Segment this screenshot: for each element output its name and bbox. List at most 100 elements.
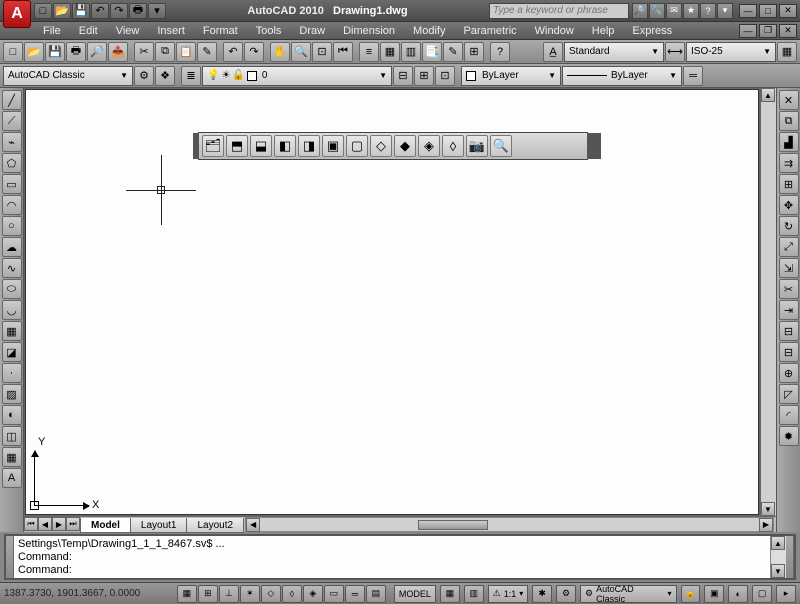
camera-icon[interactable]: 📷: [466, 135, 488, 157]
scrollbar-vertical[interactable]: ▲ ▼: [760, 88, 776, 516]
new-icon[interactable]: □: [3, 42, 23, 62]
menu-file[interactable]: File: [34, 25, 70, 37]
pline-icon[interactable]: ⌁: [2, 132, 22, 152]
layer-dropdown[interactable]: 💡 ☀ 🔓 0 ▼: [202, 66, 392, 86]
line-icon[interactable]: ╱: [2, 90, 22, 110]
cut-icon[interactable]: ✂: [134, 42, 154, 62]
layer-props-icon[interactable]: ≣: [181, 66, 201, 86]
layer-prev-icon[interactable]: ⊞: [414, 66, 434, 86]
se-iso-icon[interactable]: ◆: [394, 135, 416, 157]
color-dropdown[interactable]: ByLayer ▼: [461, 66, 561, 86]
back-view-icon[interactable]: ▢: [346, 135, 368, 157]
make-block-icon[interactable]: ◪: [2, 342, 22, 362]
qa-print-icon[interactable]: 🖶: [129, 3, 147, 19]
join-icon[interactable]: ⊕: [779, 363, 799, 383]
scroll-left-icon[interactable]: ◀: [246, 518, 260, 532]
scroll-down-icon[interactable]: ▼: [761, 502, 775, 516]
offset-icon[interactable]: ⇉: [779, 153, 799, 173]
nw-iso-icon[interactable]: ◊: [442, 135, 464, 157]
hardware-icon[interactable]: ▣: [704, 585, 724, 603]
mirror-icon[interactable]: ▟: [779, 132, 799, 152]
textstyle-dropdown[interactable]: Standard ▼: [564, 42, 664, 62]
zoom-prev-icon[interactable]: ⏮: [333, 42, 353, 62]
close-button[interactable]: ✕: [779, 4, 797, 18]
ssm-icon[interactable]: 📑: [422, 42, 442, 62]
bottom-view-icon[interactable]: ⬓: [250, 135, 272, 157]
drawing-area[interactable]: 🗂 ⬒ ⬓ ◧ ◨ ▣ ▢ ◇ ◆ ◈ ◊ 📷 🔍: [25, 89, 759, 515]
ortho-icon[interactable]: ⊥: [219, 585, 239, 603]
fillet-icon[interactable]: ◜: [779, 405, 799, 425]
menu-edit[interactable]: Edit: [70, 25, 107, 37]
menu-express[interactable]: Express: [623, 25, 681, 37]
undo-icon[interactable]: ↶: [223, 42, 243, 62]
scrollbar-horizontal[interactable]: ◀ ▶: [245, 517, 774, 532]
tablestyle-icon[interactable]: ▦: [777, 42, 797, 62]
polar-icon[interactable]: ✶: [240, 585, 260, 603]
named-views-icon[interactable]: 🗂: [202, 135, 224, 157]
paste-icon[interactable]: 📋: [176, 42, 196, 62]
maximize-button[interactable]: □: [759, 4, 777, 18]
textstyle-icon[interactable]: A̲: [543, 42, 563, 62]
circle-icon[interactable]: ○: [2, 216, 22, 236]
cline-icon[interactable]: ⟋: [2, 111, 22, 131]
command-resize-handle[interactable]: [786, 536, 794, 578]
right-view-icon[interactable]: ◨: [298, 135, 320, 157]
favorites-icon[interactable]: ★: [683, 3, 699, 19]
anno-scale-dropdown[interactable]: ⚠ 1:1 ▾: [488, 585, 529, 603]
app-menu-button[interactable]: A: [3, 0, 31, 28]
front-view-icon[interactable]: ▣: [322, 135, 344, 157]
zoom-ext-icon[interactable]: 🔍: [490, 135, 512, 157]
copy-obj-icon[interactable]: ⧉: [779, 111, 799, 131]
top-view-icon[interactable]: ⬒: [226, 135, 248, 157]
isolate-icon[interactable]: ◐: [728, 585, 748, 603]
command-line[interactable]: Settings\Temp\Drawing1_1_1_8467.sv$ ... …: [4, 534, 796, 580]
status-tray-icon[interactable]: ▸: [776, 585, 796, 603]
layer-state-icon[interactable]: ⊟: [393, 66, 413, 86]
break-icon[interactable]: ⊟: [779, 342, 799, 362]
scroll-right-icon[interactable]: ▶: [759, 518, 773, 532]
redo-icon[interactable]: ↷: [244, 42, 264, 62]
menu-dimension[interactable]: Dimension: [334, 25, 404, 37]
spline-icon[interactable]: ∿: [2, 258, 22, 278]
qa-undo-icon[interactable]: ↶: [91, 3, 109, 19]
move-icon[interactable]: ✥: [779, 195, 799, 215]
region-icon[interactable]: ◫: [2, 426, 22, 446]
publish-icon[interactable]: 📤: [108, 42, 128, 62]
help-icon[interactable]: ?: [700, 3, 716, 19]
command-scrollbar[interactable]: ▲ ▼: [770, 536, 786, 578]
help-icon-tb[interactable]: ?: [490, 42, 510, 62]
extend-icon[interactable]: ⇥: [779, 300, 799, 320]
table-icon[interactable]: ▦: [2, 447, 22, 467]
insert-block-icon[interactable]: ▦: [2, 321, 22, 341]
revcloud-icon[interactable]: ☁: [2, 237, 22, 257]
open-icon[interactable]: 📂: [24, 42, 44, 62]
qa-open-icon[interactable]: 📂: [53, 3, 71, 19]
gradient-icon[interactable]: ◐: [2, 405, 22, 425]
workspace-dropdown[interactable]: AutoCAD Classic ▼: [3, 66, 133, 86]
ellipse-arc-icon[interactable]: ◡: [2, 300, 22, 320]
rect-icon[interactable]: ▭: [2, 174, 22, 194]
anno-vis-icon[interactable]: ✱: [532, 585, 552, 603]
lineweight-icon[interactable]: ═: [683, 66, 703, 86]
anno-auto-icon[interactable]: ⚙: [556, 585, 576, 603]
array-icon[interactable]: ⊞: [779, 174, 799, 194]
quickview-lay-icon[interactable]: ▦: [440, 585, 460, 603]
scroll-h-thumb[interactable]: [418, 520, 488, 530]
grid-icon[interactable]: ⊞: [198, 585, 218, 603]
menu-modify[interactable]: Modify: [404, 25, 454, 37]
menu-parametric[interactable]: Parametric: [454, 25, 525, 37]
cmd-scroll-down-icon[interactable]: ▼: [771, 564, 785, 578]
status-workspace-dropdown[interactable]: ⚙ AutoCAD Classic ▾: [580, 585, 677, 603]
tab-layout1[interactable]: Layout1: [130, 518, 188, 533]
status-coords[interactable]: 1387.3730, 1901.3667, 0.0000: [4, 588, 173, 599]
qa-redo-icon[interactable]: ↷: [110, 3, 128, 19]
left-view-icon[interactable]: ◧: [274, 135, 296, 157]
qprops-icon[interactable]: ▤: [366, 585, 386, 603]
menu-window[interactable]: Window: [526, 25, 583, 37]
tab-prev-icon[interactable]: ◀: [38, 517, 52, 531]
view-toolbar[interactable]: 🗂 ⬒ ⬓ ◧ ◨ ▣ ▢ ◇ ◆ ◈ ◊ 📷 🔍: [198, 132, 588, 160]
ellipse-icon[interactable]: ⬭: [2, 279, 22, 299]
command-prompt[interactable]: Command:: [18, 564, 766, 577]
command-text[interactable]: Settings\Temp\Drawing1_1_1_8467.sv$ ... …: [14, 536, 770, 578]
explode-icon[interactable]: ✹: [779, 426, 799, 446]
